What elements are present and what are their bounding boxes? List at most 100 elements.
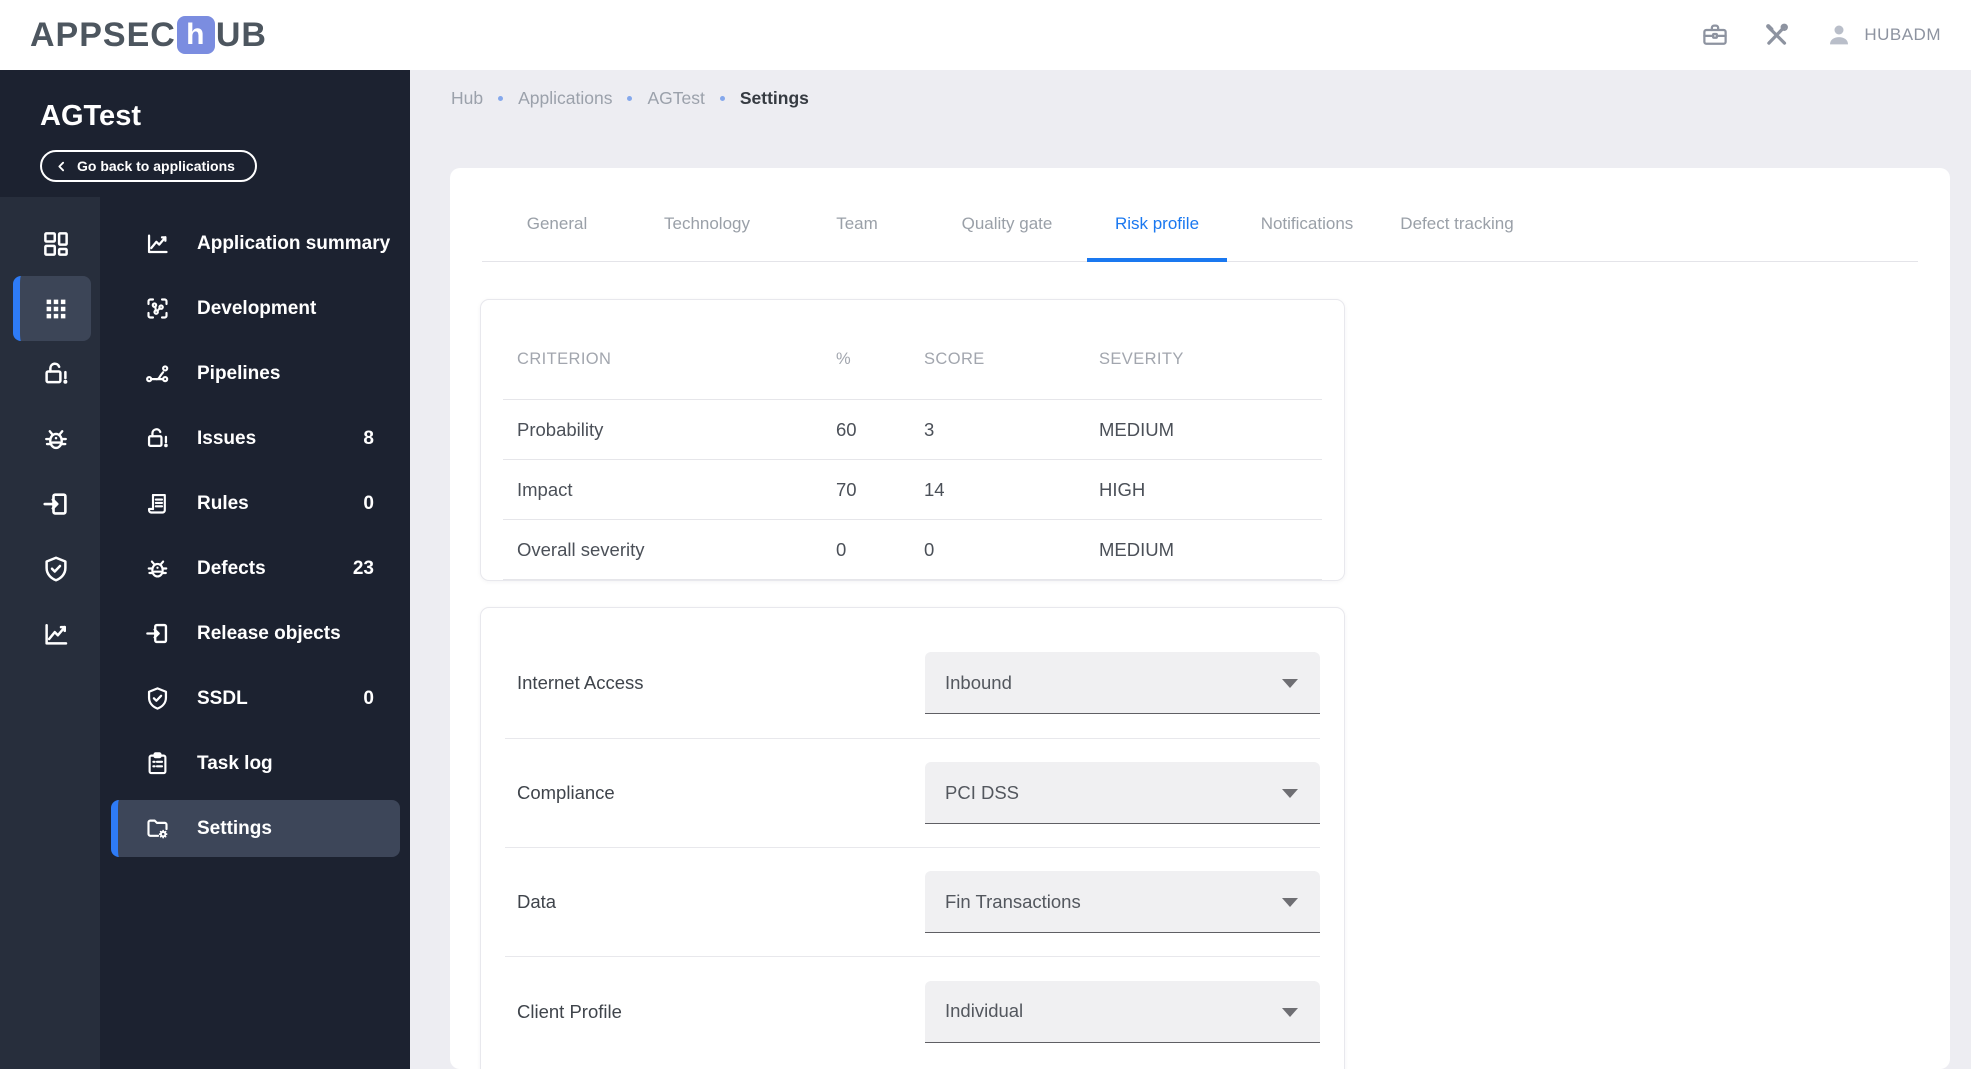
- bug-icon: [44, 429, 67, 449]
- tab-technology[interactable]: Technology: [632, 214, 782, 261]
- menu-count-rules: 0: [363, 492, 374, 514]
- settings-panel: General Technology Team Quality gate Ris…: [450, 168, 1950, 1069]
- menu-item-task-log[interactable]: Task log: [100, 731, 410, 796]
- rail-item-applications[interactable]: [13, 276, 91, 341]
- cell-criterion: Impact: [517, 478, 573, 500]
- breadcrumb-item-agtest[interactable]: AGTest: [647, 88, 704, 109]
- cell-percent: 0: [836, 538, 847, 560]
- breadcrumb: Hub Applications AGTest Settings: [451, 88, 809, 109]
- risk-table-header: CRITERION % SCORE SEVERITY: [503, 300, 1322, 400]
- cell-severity: HIGH: [1099, 478, 1146, 500]
- menu-label: Issues: [197, 427, 257, 449]
- dropdown-arrow-icon: [1282, 789, 1298, 798]
- user-icon: [1830, 25, 1849, 45]
- username: HUBADM: [1864, 25, 1941, 44]
- exit-icon: [42, 492, 67, 515]
- cell-percent: 60: [836, 418, 857, 440]
- cell-score: 0: [924, 538, 935, 560]
- client-profile-select[interactable]: Individual: [925, 980, 1320, 1043]
- bug-icon: [147, 560, 168, 578]
- tab-team[interactable]: Team: [782, 214, 932, 261]
- rail-item-release-objects[interactable]: [13, 471, 91, 536]
- col-criterion: CRITERION: [517, 350, 612, 368]
- rail-item-statistics[interactable]: [13, 601, 91, 666]
- menu-label: Rules: [197, 492, 249, 514]
- user-menu[interactable]: HUBADM: [1824, 20, 1941, 50]
- cell-score: 3: [924, 418, 935, 440]
- menu-item-settings[interactable]: Settings: [111, 800, 400, 857]
- field-label: Internet Access: [517, 672, 644, 693]
- rail-item-ssdl[interactable]: [13, 536, 91, 601]
- cell-criterion: Probability: [517, 418, 604, 440]
- breadcrumb-dot: [627, 96, 633, 101]
- table-row-overall-severity: Overall severity 0 0 MEDIUM: [503, 520, 1322, 580]
- dashboard-icon: [43, 231, 68, 256]
- rail-item-issues[interactable]: [13, 341, 91, 406]
- shield-check-icon: [44, 556, 67, 581]
- cell-severity: MEDIUM: [1099, 538, 1175, 560]
- menu-label: Pipelines: [197, 362, 281, 384]
- menu-label: Release objects: [197, 622, 341, 644]
- shield-check-icon: [147, 687, 168, 710]
- cell-criterion: Overall severity: [517, 538, 645, 560]
- menu-item-release-objects[interactable]: Release objects: [100, 601, 410, 666]
- menu-label: Settings: [197, 817, 272, 839]
- breadcrumb-item-hub[interactable]: Hub: [451, 88, 483, 109]
- dropdown-arrow-icon: [1282, 898, 1298, 907]
- clipboard-icon: [148, 752, 167, 775]
- menu-item-issues[interactable]: Issues 8: [100, 406, 410, 471]
- folder-gear-icon: [147, 819, 168, 839]
- menu-label: Defects: [197, 557, 266, 579]
- sidebar: AGTest Go back to applications Applicati…: [0, 70, 410, 1069]
- dropdown-arrow-icon: [1282, 679, 1298, 688]
- chart-icon: [147, 234, 168, 254]
- pipeline-branch-icon: [146, 365, 169, 383]
- compliance-select[interactable]: PCI DSS: [925, 762, 1320, 824]
- menu-item-ssdl[interactable]: SSDL 0: [100, 666, 410, 731]
- cell-percent: 70: [836, 478, 857, 500]
- exit-icon: [146, 623, 168, 644]
- logo-text-right: UB: [215, 15, 267, 54]
- select-value: PCI DSS: [945, 781, 1020, 803]
- select-value: Individual: [945, 1000, 1024, 1021]
- col-score: SCORE: [924, 350, 985, 368]
- menu-item-application-summary[interactable]: Application summary: [100, 211, 410, 276]
- dropdown-arrow-icon: [1282, 1007, 1298, 1017]
- menu-count-ssdl: 0: [363, 687, 374, 709]
- cell-score: 14: [924, 478, 945, 500]
- back-button[interactable]: Go back to applications: [40, 150, 257, 182]
- tab-risk-profile[interactable]: Risk profile: [1082, 214, 1232, 262]
- toolbox-icon[interactable]: [1700, 20, 1730, 50]
- app-name: AGTest: [40, 100, 141, 132]
- breadcrumb-dot: [498, 96, 504, 101]
- menu-count-issues: 8: [363, 427, 374, 449]
- form-row-compliance: Compliance PCI DSS: [505, 739, 1320, 848]
- menu-item-development[interactable]: Development: [100, 276, 410, 341]
- breadcrumb-item-settings: Settings: [739, 88, 809, 108]
- tab-general[interactable]: General: [482, 214, 632, 261]
- data-select[interactable]: Fin Transactions: [925, 871, 1320, 933]
- logo-h-tile: h: [176, 16, 215, 54]
- tab-defect-tracking[interactable]: Defect tracking: [1382, 214, 1532, 261]
- tab-quality-gate[interactable]: Quality gate: [932, 214, 1082, 261]
- rail-item-defects[interactable]: [13, 406, 91, 471]
- app-logo[interactable]: APPSEC h UB: [30, 16, 267, 55]
- menu-item-defects[interactable]: Defects 23: [100, 536, 410, 601]
- col-percent: %: [836, 350, 852, 368]
- internet-access-select[interactable]: Inbound: [925, 652, 1320, 714]
- menu-item-pipelines[interactable]: Pipelines: [100, 341, 410, 406]
- chart-icon: [44, 623, 67, 645]
- back-button-label: Go back to applications: [77, 158, 235, 174]
- risk-profile-form-card: Internet Access Inbound Compliance PCI D…: [480, 607, 1345, 1069]
- col-severity: SEVERITY: [1099, 350, 1184, 368]
- select-value: Fin Transactions: [945, 890, 1081, 912]
- rail-item-dashboard[interactable]: [13, 211, 91, 276]
- tools-icon[interactable]: [1762, 20, 1792, 50]
- tab-notifications[interactable]: Notifications: [1232, 214, 1382, 261]
- apps-grid-icon: [46, 299, 65, 318]
- sidebar-menu: Application summary Development Pipeline…: [100, 197, 410, 1069]
- breadcrumb-item-applications[interactable]: Applications: [518, 88, 612, 109]
- logo-text-left: APPSEC: [30, 15, 176, 54]
- lock-open-alert-icon: [147, 428, 168, 448]
- menu-item-rules[interactable]: Rules 0: [100, 471, 410, 536]
